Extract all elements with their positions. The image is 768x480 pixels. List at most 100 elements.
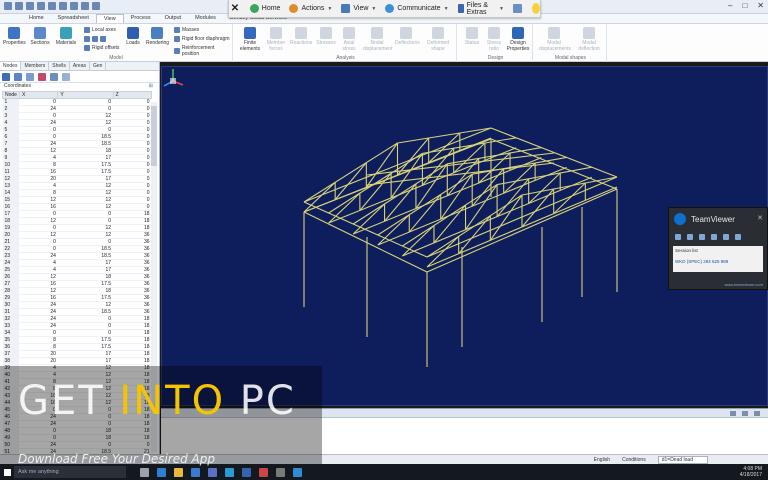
node-id-cell[interactable]: 1 — [2, 98, 20, 106]
tv-home-button[interactable]: Home — [249, 4, 280, 13]
coordinate-cell[interactable]: 24 — [19, 301, 58, 309]
table-row[interactable]: 5000 — [2, 126, 152, 134]
coordinate-cell[interactable]: 4 — [19, 182, 58, 190]
whiteboard-icon[interactable] — [723, 234, 729, 240]
node-id-cell[interactable]: 27 — [2, 280, 20, 288]
coordinate-cell[interactable]: 18 — [113, 336, 152, 344]
coordinate-cell[interactable]: 16 — [19, 168, 58, 176]
coordinate-cell[interactable]: 18 — [113, 210, 152, 218]
node-id-cell[interactable]: 10 — [2, 161, 20, 169]
coordinate-cell[interactable]: 0 — [113, 133, 152, 141]
tv-view-menu[interactable]: View ▼ — [341, 4, 376, 13]
node-id-cell[interactable]: 19 — [2, 224, 20, 232]
coordinate-cell[interactable]: 12 — [19, 196, 58, 204]
coordinate-cell[interactable]: 8 — [19, 336, 58, 344]
coordinate-cell[interactable]: 36 — [113, 308, 152, 316]
table-row[interactable]: 24 4 17 36 — [2, 259, 152, 267]
coordinate-cell[interactable]: 0 — [113, 168, 152, 176]
node-id-cell[interactable]: 29 — [2, 294, 20, 302]
coordinate-cell[interactable]: 0 — [57, 105, 114, 113]
node-id-cell[interactable]: 33 — [2, 322, 20, 330]
node-id-cell[interactable]: 11 — [2, 168, 20, 176]
session-entry[interactable]: WKD (SPEC) 284 625 889 — [675, 259, 761, 264]
table-row[interactable]: 23 24 18.5 36 — [2, 252, 152, 260]
node-id-cell[interactable]: 34 — [2, 329, 20, 337]
table-row[interactable]: 32 24 0 18 — [2, 315, 152, 323]
table-row[interactable]: 33 24 0 18 — [2, 322, 152, 330]
node-id-cell[interactable]: 37 — [2, 350, 20, 358]
panel-pin-icon[interactable] — [742, 410, 748, 416]
audio-icon[interactable] — [687, 234, 693, 240]
coordinate-cell[interactable]: 0 — [113, 126, 152, 134]
tab-spreadsheet[interactable]: Spreadsheet — [51, 14, 96, 23]
coordinate-cell[interactable]: 17 — [57, 266, 114, 274]
coordinate-cell[interactable]: 0 — [19, 238, 58, 246]
quick-access-toolbar[interactable] — [4, 2, 100, 10]
tab-members[interactable]: Members — [21, 62, 50, 70]
text-icon[interactable] — [81, 2, 89, 10]
close-icon[interactable]: ✕ — [757, 1, 764, 10]
coordinate-cell[interactable]: 18 — [113, 350, 152, 358]
coordinate-cell[interactable]: 12 — [57, 224, 114, 232]
node-id-cell[interactable]: 21 — [2, 238, 20, 246]
coordinate-cell[interactable]: 8 — [19, 343, 58, 351]
table-row[interactable]: 20 12 12 36 — [2, 231, 152, 239]
coordinate-cell[interactable]: 12 — [57, 182, 114, 190]
close-icon[interactable]: ✕ — [229, 3, 241, 14]
coordinate-cell[interactable]: 36 — [113, 259, 152, 267]
node-id-cell[interactable]: 24 — [2, 259, 20, 267]
coordinate-cell[interactable]: 36 — [113, 252, 152, 260]
coordinate-cell[interactable]: 17.5 — [57, 168, 114, 176]
coordinate-cell[interactable]: 17.5 — [57, 336, 114, 344]
node-id-cell[interactable]: 6 — [2, 133, 20, 141]
coordinate-cell[interactable]: 36 — [113, 245, 152, 253]
save-icon[interactable] — [37, 2, 45, 10]
delete-node-icon[interactable] — [38, 72, 46, 81]
scrollbar-thumb[interactable] — [151, 106, 157, 166]
coordinate-cell[interactable]: 0 — [19, 329, 58, 337]
coordinate-cell[interactable]: 18 — [113, 217, 152, 225]
node-id-cell[interactable]: 32 — [2, 315, 20, 323]
coordinate-cell[interactable]: 0 — [57, 322, 114, 330]
coordinate-cell[interactable]: 20 — [19, 175, 58, 183]
table-row[interactable]: 11 16 17.5 0 — [2, 168, 152, 176]
tv-communicate-menu[interactable]: Communicate ▼ — [385, 4, 449, 13]
edge-icon[interactable] — [157, 467, 166, 477]
coordinate-cell[interactable]: 12 — [57, 231, 114, 239]
coordinate-cell[interactable]: 12 — [57, 301, 114, 309]
node-id-cell[interactable]: 9 — [2, 154, 20, 162]
table-row[interactable]: 8 12 18 0 — [2, 147, 152, 155]
coordinate-cell[interactable]: 4 — [19, 259, 58, 267]
rendering-button[interactable]: Rendering — [146, 27, 169, 46]
table-row[interactable]: 16 16 12 0 — [2, 203, 152, 211]
coordinate-cell[interactable]: 0 — [57, 217, 114, 225]
table-row[interactable]: 9 4 17 0 — [2, 154, 152, 162]
table-row[interactable]: 36 8 17.5 18 — [2, 343, 152, 351]
coordinate-cell[interactable]: 16 — [19, 294, 58, 302]
table-row[interactable]: 15 12 12 0 — [2, 196, 152, 204]
coordinate-cell[interactable]: 24 — [19, 119, 58, 127]
coordinate-cell[interactable]: 12 — [19, 147, 58, 155]
app-icon[interactable] — [293, 467, 302, 477]
coordinate-cell[interactable]: 24 — [19, 252, 58, 260]
zoom-icon[interactable] — [92, 2, 100, 10]
coordinate-cell[interactable]: 0 — [19, 112, 58, 120]
node-id-cell[interactable]: 18 — [2, 217, 20, 225]
coordinate-cell[interactable]: 12 — [19, 287, 58, 295]
panel-close-icon[interactable] — [754, 410, 760, 416]
axial-stress-button[interactable]: Axial stress — [338, 27, 360, 52]
coordinate-cell[interactable]: 18.5 — [57, 140, 114, 148]
table-row[interactable]: 37 20 17 18 — [2, 350, 152, 358]
node-id-cell[interactable]: 3 — [2, 112, 20, 120]
tab-areas[interactable]: Areas — [70, 62, 90, 70]
camera-icon[interactable] — [675, 234, 681, 240]
teamviewer-icon[interactable] — [225, 467, 234, 477]
table-row[interactable]: 34 0 0 18 — [2, 329, 152, 337]
media-icon[interactable] — [259, 467, 268, 477]
print-icon[interactable] — [70, 2, 78, 10]
node-id-cell[interactable]: 5 — [2, 126, 20, 134]
node-id-cell[interactable]: 8 — [2, 147, 20, 155]
coordinate-cell[interactable]: 16 — [19, 203, 58, 211]
coordinate-cell[interactable]: 18.5 — [57, 133, 114, 141]
coordinate-cell[interactable]: 36 — [113, 238, 152, 246]
